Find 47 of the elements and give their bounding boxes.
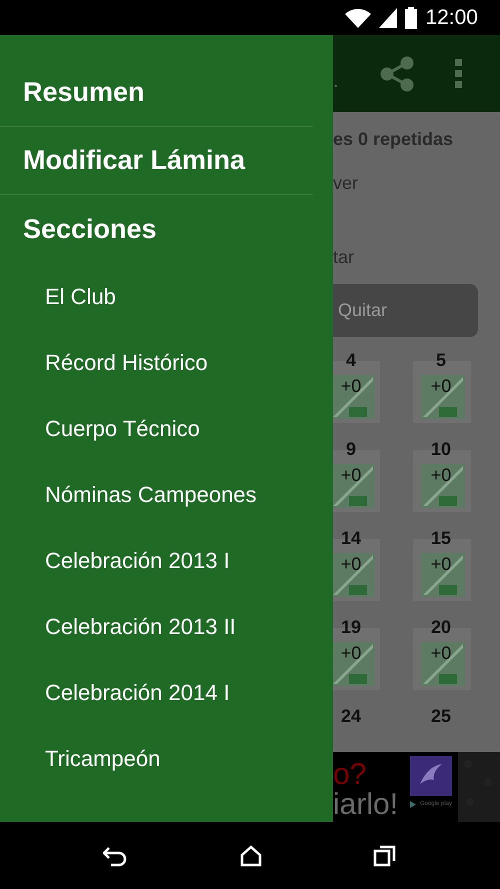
sticker-count: +0 <box>340 644 362 662</box>
sticker-number: 24 <box>340 705 362 725</box>
drawer-item[interactable]: El Club <box>0 263 333 329</box>
ad-headline: o? <box>333 760 368 790</box>
pattern-drawing <box>458 752 500 822</box>
battery-icon <box>405 6 418 28</box>
drawer-item[interactable]: Récord Histórico <box>0 329 333 395</box>
sticker-count: +0 <box>430 377 452 395</box>
ad-text: iarlo! <box>333 790 398 820</box>
overflow-menu-icon[interactable] <box>454 58 463 88</box>
sticker-number: 5 <box>434 349 447 369</box>
share-icon[interactable] <box>378 56 415 92</box>
wifi-icon <box>345 8 372 28</box>
drawer-item[interactable]: Celebración 2013 I <box>0 527 333 593</box>
sticker-count: +0 <box>340 377 362 395</box>
clock-text: 12:00 <box>425 4 478 31</box>
label-text: tar <box>333 246 356 269</box>
drawer-item[interactable]: Celebración 2014 I <box>0 659 333 725</box>
sticker-count: +0 <box>430 466 452 484</box>
app-icon <box>410 756 452 796</box>
summary-text: es 0 repetidas <box>333 128 454 151</box>
sticker-number: 20 <box>430 616 452 636</box>
sticker-number: 9 <box>344 438 357 458</box>
sticker-number: 4 <box>344 349 357 369</box>
sticker-number: 14 <box>340 527 362 547</box>
drawer-item[interactable]: Cuerpo Técnico <box>0 395 333 461</box>
signal-icon <box>379 8 398 28</box>
label-text: ver <box>333 172 360 195</box>
drawer-header[interactable]: Modificar Lámina <box>0 127 313 195</box>
drawer-item[interactable]: Celebración 2013 II <box>0 593 333 659</box>
sticker-number: 10 <box>430 438 452 458</box>
quitar-button[interactable]: Quitar <box>333 284 478 337</box>
recents-icon[interactable] <box>372 844 397 866</box>
home-icon[interactable] <box>240 844 262 866</box>
sticker-count: +0 <box>430 555 452 573</box>
play-icon <box>410 801 416 808</box>
sticker-number: 15 <box>430 527 452 547</box>
drawer-item[interactable]: Nóminas Campeones <box>0 461 333 527</box>
sticker-count: +0 <box>340 466 362 484</box>
sticker-count: +0 <box>340 555 362 573</box>
sticker-number: 19 <box>340 616 362 636</box>
sticker-number: 25 <box>430 705 452 725</box>
drawer-item[interactable]: Tricampeón <box>0 725 333 791</box>
drawer-header[interactable]: Resumen <box>0 59 313 127</box>
app-title: . <box>333 68 339 94</box>
drawer-header[interactable]: Secciones <box>0 195 333 263</box>
sticker-count: +0 <box>430 644 452 662</box>
